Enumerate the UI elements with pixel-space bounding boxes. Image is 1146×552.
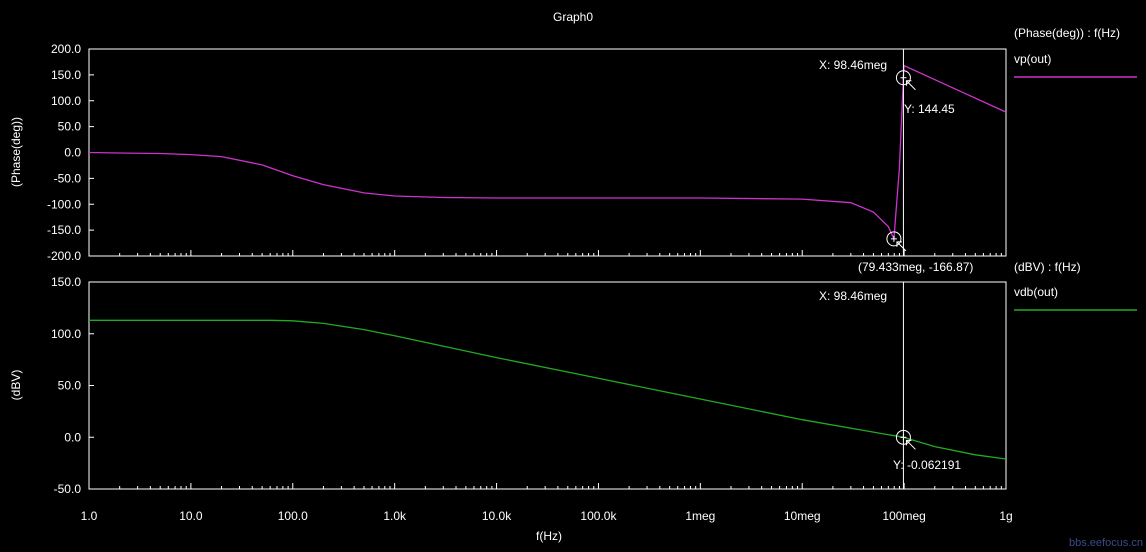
x-tick-label: 1.0 [81, 509, 98, 523]
phase-cursor-x-readout: X: 98.46meg [819, 58, 887, 72]
x-tick-label: 100.0k [580, 509, 617, 523]
magnitude-plot-frame [88, 281, 1007, 490]
x-tick-label: 10.0 [179, 509, 203, 523]
magnitude-cursor-x-readout: X: 98.46meg [819, 289, 887, 303]
phase-y-tick-label: -100.0 [47, 197, 81, 211]
phase-panel: (Phase(deg)) (Phase(deg)) : f(Hz) vp(out… [9, 26, 1137, 274]
watermark-text: bbs.eefocus.cn [1069, 537, 1143, 549]
phase-y-tick-label: -150.0 [47, 223, 81, 237]
phase-y-tick-label: 200.0 [51, 42, 81, 56]
magnitude-y-tick-label: 50.0 [58, 379, 82, 393]
magnitude-legend-label: vdb(out) [1014, 285, 1058, 299]
magnitude-y-tick-label: 150.0 [51, 275, 81, 289]
bode-plot: Graph0 (Phase(deg)) (Phase(deg)) : f(Hz)… [9, 10, 1143, 549]
x-axis-label: f(Hz) [536, 529, 562, 543]
phase-y-tick-label: 100.0 [51, 94, 81, 108]
magnitude-series-line [89, 319, 1007, 460]
phase-plot-frame [88, 48, 1007, 257]
magnitude-marker-arrow [906, 439, 916, 450]
x-tick-label: 10meg [784, 509, 821, 523]
phase-legend-label: vp(out) [1014, 52, 1051, 66]
phase-marker-arrow [906, 80, 916, 91]
phase-cursor-y-readout: Y: 144.45 [904, 102, 955, 116]
x-tick-label: 10.0k [482, 509, 512, 523]
graph-window: Graph0 (Phase(deg)) (Phase(deg)) : f(Hz)… [0, 0, 1146, 552]
phase-marker-readout: (79.433meg, -166.87) [858, 260, 973, 274]
magnitude-y-tick-label: 100.0 [51, 327, 81, 341]
x-tick-label: 1g [999, 509, 1012, 523]
magnitude-legend-header: (dBV) : f(Hz) [1014, 260, 1081, 274]
phase-y-tick-label: -50.0 [54, 171, 82, 185]
x-tick-label: 1.0k [383, 509, 407, 523]
phase-marker-arrow [896, 241, 907, 252]
magnitude-y-tick-label: 0.0 [64, 430, 81, 444]
phase-y-tick-label: 150.0 [51, 68, 81, 82]
phase-y-tick-label: -200.0 [47, 249, 81, 263]
phase-y-tick-label: 50.0 [58, 120, 82, 134]
x-tick-label: 1meg [685, 509, 715, 523]
x-tick-label: 100meg [882, 509, 925, 523]
magnitude-panel: (dBV) (dBV) : f(Hz) vdb(out) X: 98.46meg… [9, 260, 1137, 496]
phase-series-line [88, 64, 1007, 240]
x-tick-label: 100.0 [278, 509, 308, 523]
phase-legend-header: (Phase(deg)) : f(Hz) [1014, 26, 1120, 40]
phase-y-tick-label: 0.0 [64, 146, 81, 160]
magnitude-y-tick-label: -50.0 [54, 482, 82, 496]
graph-title: Graph0 [553, 10, 593, 24]
phase-y-axis-label: (Phase(deg)) [9, 117, 23, 187]
magnitude-y-axis-label: (dBV) [9, 370, 23, 401]
